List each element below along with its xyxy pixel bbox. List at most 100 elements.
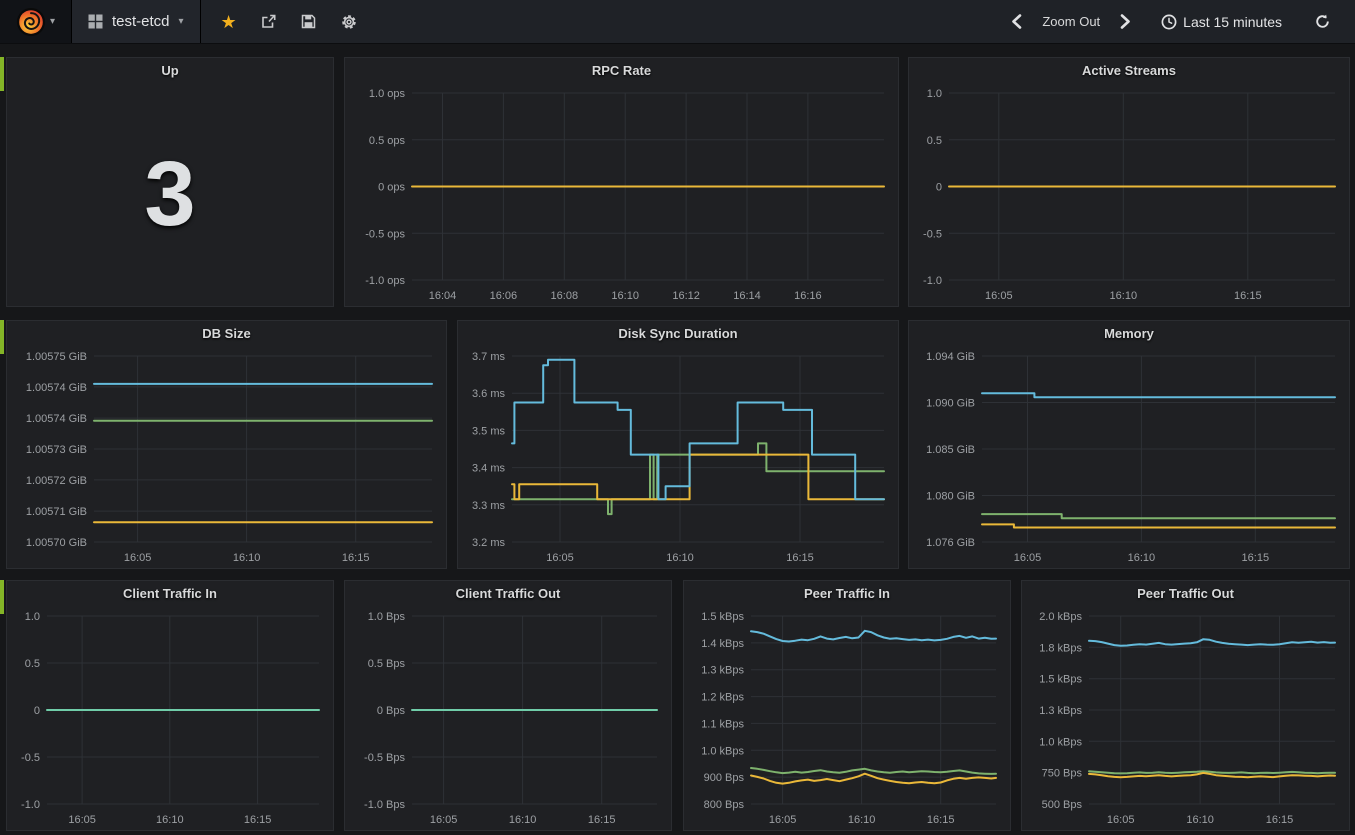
svg-text:3.3 ms: 3.3 ms — [472, 500, 506, 512]
svg-text:1.0 kBps: 1.0 kBps — [1039, 736, 1082, 748]
svg-text:1.094 GiB: 1.094 GiB — [926, 351, 975, 363]
svg-text:3.5 ms: 3.5 ms — [472, 425, 506, 437]
dashboard-grid-icon — [88, 14, 103, 29]
svg-text:1.0 Bps: 1.0 Bps — [368, 611, 406, 623]
svg-text:16:05: 16:05 — [124, 552, 152, 564]
svg-text:1.3 kBps: 1.3 kBps — [1039, 705, 1082, 717]
chevron-left-icon — [1011, 14, 1022, 29]
grafana-logo-icon — [16, 7, 46, 37]
svg-text:1.1 kBps: 1.1 kBps — [701, 718, 744, 730]
svg-text:16:08: 16:08 — [551, 290, 579, 302]
peer-traffic-in-graph[interactable]: 1.5 kBps1.4 kBps1.3 kBps1.2 kBps1.1 kBps… — [684, 606, 1010, 830]
grafana-menu-button[interactable]: ▾ — [0, 0, 72, 43]
refresh-button[interactable] — [1304, 0, 1341, 43]
svg-text:1.0 ops: 1.0 ops — [369, 88, 406, 100]
client-traffic-out-graph[interactable]: 1.0 Bps0.5 Bps0 Bps-0.5 Bps-1.0 Bps16:05… — [345, 606, 671, 830]
panel-title[interactable]: Client Traffic In — [7, 581, 333, 606]
svg-text:1.00574 GiB: 1.00574 GiB — [26, 413, 87, 425]
svg-text:16:10: 16:10 — [1128, 552, 1156, 564]
save-button[interactable] — [289, 0, 329, 43]
svg-text:1.085 GiB: 1.085 GiB — [926, 444, 975, 456]
svg-text:1.0: 1.0 — [25, 611, 40, 623]
svg-text:0.5 Bps: 0.5 Bps — [368, 658, 406, 670]
svg-text:1.076 GiB: 1.076 GiB — [926, 537, 975, 549]
svg-text:16:04: 16:04 — [429, 290, 457, 302]
zoom-out-button[interactable]: Zoom Out — [1032, 0, 1110, 43]
svg-text:0.5: 0.5 — [927, 135, 942, 147]
dashboard-picker[interactable]: test-etcd ▾ — [72, 0, 201, 43]
svg-text:16:05: 16:05 — [1014, 552, 1042, 564]
top-navbar: ▾ test-etcd ▾ ★ — [0, 0, 1355, 44]
panel-title[interactable]: RPC Rate — [345, 58, 898, 83]
svg-text:-0.5 ops: -0.5 ops — [365, 228, 405, 240]
dashboard-title: test-etcd — [112, 13, 170, 30]
svg-text:2.0 kBps: 2.0 kBps — [1039, 611, 1082, 623]
svg-text:16:05: 16:05 — [769, 814, 797, 826]
memory-graph[interactable]: 1.094 GiB1.090 GiB1.085 GiB1.080 GiB1.07… — [909, 346, 1349, 568]
panel-title[interactable]: Up — [7, 58, 333, 83]
svg-text:0: 0 — [936, 182, 942, 194]
svg-text:16:10: 16:10 — [233, 552, 261, 564]
settings-button[interactable] — [329, 0, 369, 43]
time-range-label: Last 15 minutes — [1183, 14, 1282, 30]
svg-text:-0.5: -0.5 — [21, 752, 40, 764]
star-button[interactable]: ★ — [209, 0, 249, 43]
disk-sync-duration-graph[interactable]: 3.7 ms3.6 ms3.5 ms3.4 ms3.3 ms3.2 ms16:0… — [458, 346, 898, 568]
svg-text:16:06: 16:06 — [490, 290, 518, 302]
svg-text:3.6 ms: 3.6 ms — [472, 388, 506, 400]
db-size-graph[interactable]: 1.00575 GiB1.00574 GiB1.00574 GiB1.00573… — [7, 346, 446, 568]
caret-down-icon: ▾ — [50, 16, 55, 27]
panel-rpc-rate: RPC Rate 1.0 ops0.5 ops0 ops-0.5 ops-1.0… — [344, 57, 899, 307]
row-toggle-handle[interactable] — [0, 320, 4, 354]
time-shift-forward-button[interactable] — [1110, 0, 1141, 43]
svg-text:0.5: 0.5 — [25, 658, 40, 670]
svg-text:16:15: 16:15 — [244, 814, 272, 826]
svg-text:16:15: 16:15 — [927, 814, 955, 826]
svg-text:3.7 ms: 3.7 ms — [472, 351, 506, 363]
svg-text:16:05: 16:05 — [430, 814, 458, 826]
svg-text:1.00575 GiB: 1.00575 GiB — [26, 351, 87, 363]
svg-text:1.090 GiB: 1.090 GiB — [926, 398, 975, 410]
panel-title[interactable]: Disk Sync Duration — [458, 321, 898, 346]
svg-text:16:10: 16:10 — [848, 814, 876, 826]
panel-title[interactable]: Peer Traffic Out — [1022, 581, 1349, 606]
client-traffic-in-graph[interactable]: 1.00.50-0.5-1.016:0516:1016:15 — [7, 606, 333, 830]
panel-db-size: DB Size 1.00575 GiB1.00574 GiB1.00574 Gi… — [6, 320, 447, 569]
peer-traffic-out-graph[interactable]: 2.0 kBps1.8 kBps1.5 kBps1.3 kBps1.0 kBps… — [1022, 606, 1349, 830]
panel-title[interactable]: Memory — [909, 321, 1349, 346]
share-button[interactable] — [249, 0, 289, 43]
rpc-rate-graph[interactable]: 1.0 ops0.5 ops0 ops-0.5 ops-1.0 ops16:04… — [345, 83, 898, 306]
caret-down-icon: ▾ — [179, 16, 184, 27]
svg-text:500 Bps: 500 Bps — [1042, 799, 1083, 811]
svg-text:16:15: 16:15 — [1234, 290, 1262, 302]
svg-text:16:10: 16:10 — [666, 552, 694, 564]
panel-client-traffic-in: Client Traffic In 1.00.50-0.5-1.016:0516… — [6, 580, 334, 831]
svg-text:-1.0 Bps: -1.0 Bps — [364, 799, 405, 811]
svg-text:1.2 kBps: 1.2 kBps — [701, 692, 744, 704]
svg-text:16:10: 16:10 — [1110, 290, 1138, 302]
gear-icon — [340, 13, 358, 31]
panel-title[interactable]: DB Size — [7, 321, 446, 346]
svg-text:16:15: 16:15 — [342, 552, 370, 564]
svg-text:16:15: 16:15 — [786, 552, 814, 564]
active-streams-graph[interactable]: 1.00.50-0.5-1.016:0516:1016:15 — [909, 83, 1349, 306]
dashboard-actions: ★ — [201, 0, 377, 43]
clock-icon — [1161, 14, 1177, 30]
row-toggle-handle[interactable] — [0, 580, 4, 614]
panel-up: Up 3 — [6, 57, 334, 307]
share-icon — [260, 13, 277, 30]
row-toggle-handle[interactable] — [0, 57, 4, 91]
svg-text:1.00570 GiB: 1.00570 GiB — [26, 537, 87, 549]
svg-text:0.5 ops: 0.5 ops — [369, 135, 406, 147]
panel-title[interactable]: Active Streams — [909, 58, 1349, 83]
time-range-picker[interactable]: Last 15 minutes — [1151, 0, 1292, 43]
svg-text:-1.0: -1.0 — [923, 275, 942, 287]
svg-text:800 Bps: 800 Bps — [704, 799, 745, 811]
svg-text:16:10: 16:10 — [1186, 814, 1214, 826]
time-shift-back-button[interactable] — [1001, 0, 1032, 43]
panel-title[interactable]: Peer Traffic In — [684, 581, 1010, 606]
svg-text:0 ops: 0 ops — [378, 182, 405, 194]
svg-text:16:16: 16:16 — [794, 290, 822, 302]
panel-client-traffic-out: Client Traffic Out 1.0 Bps0.5 Bps0 Bps-0… — [344, 580, 672, 831]
panel-title[interactable]: Client Traffic Out — [345, 581, 671, 606]
